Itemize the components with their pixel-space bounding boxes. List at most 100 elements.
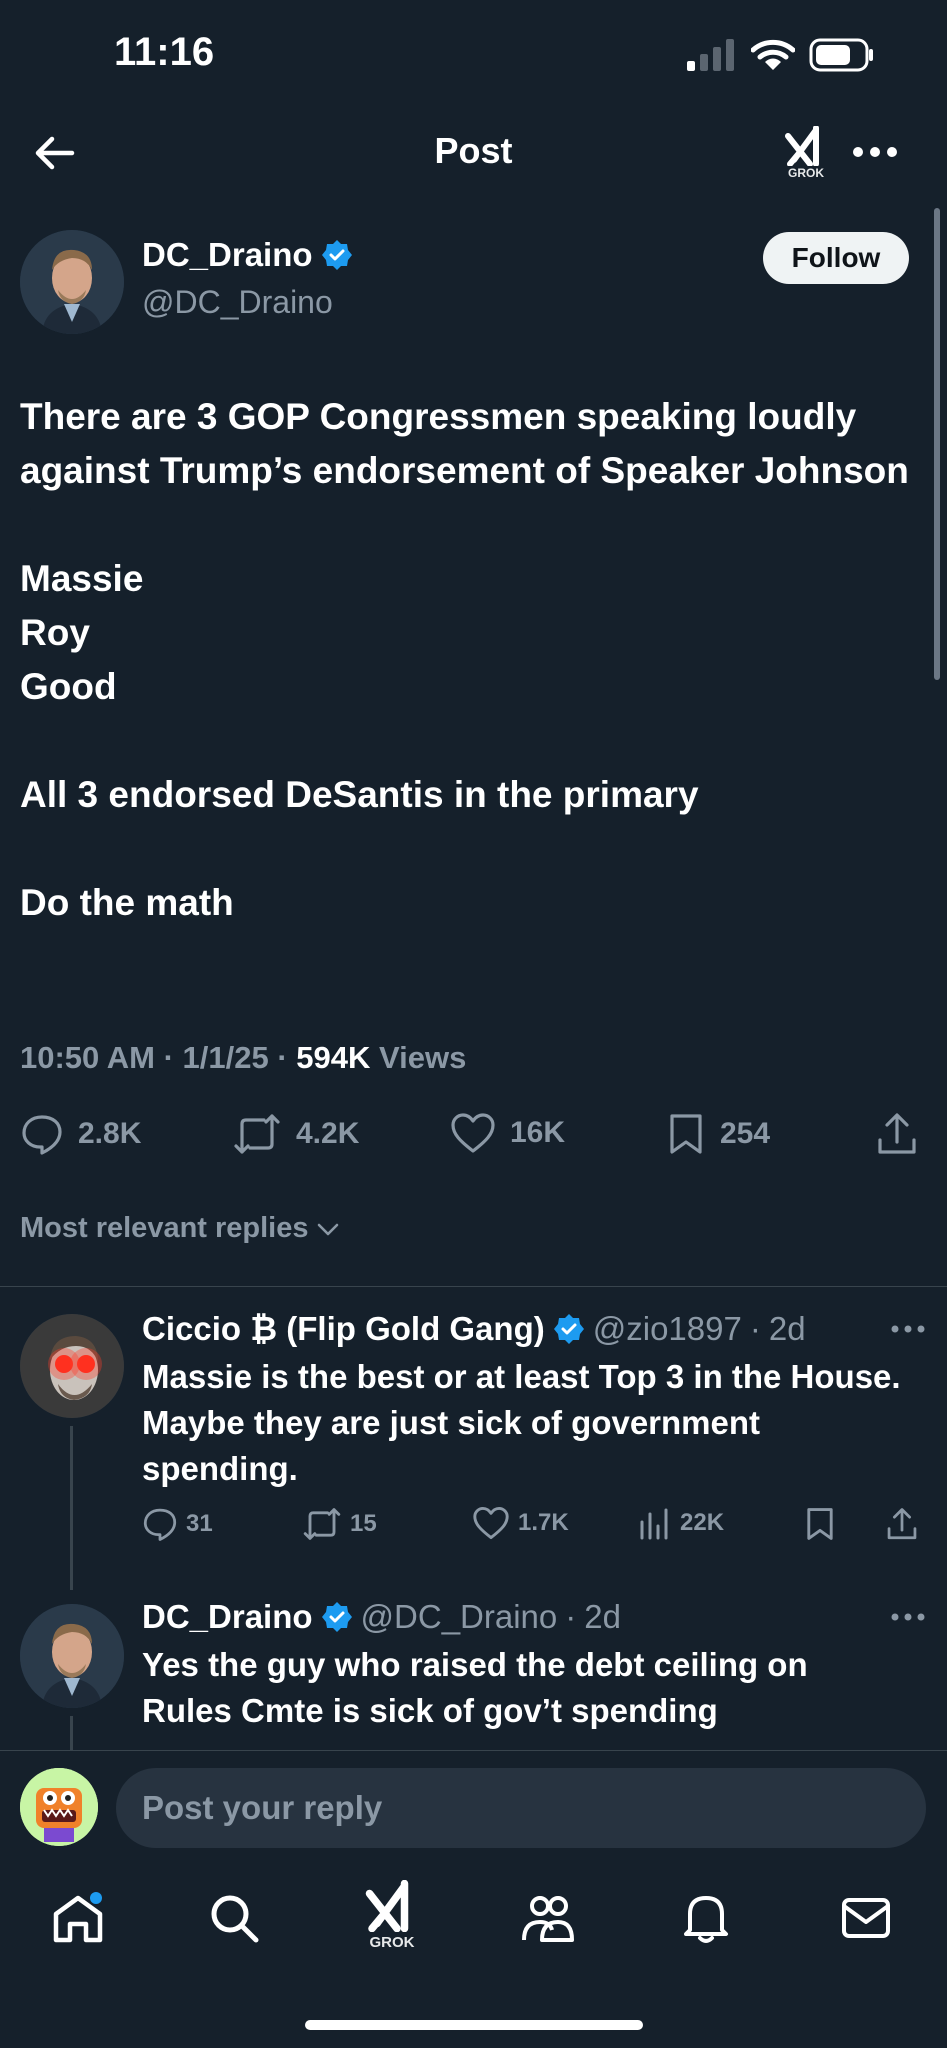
reply-input[interactable]: Post your reply (116, 1768, 926, 1848)
author-name-text: DC_Draino (142, 236, 313, 273)
reply-avatar[interactable] (20, 1604, 124, 1708)
more-options-button[interactable] (850, 140, 900, 164)
reply-like-button[interactable]: 1.7K (472, 1506, 569, 1540)
more-horizontal-icon (891, 1613, 925, 1621)
reply-author-handle: @DC_Draino (360, 1598, 558, 1635)
separator-dot: · (565, 1598, 577, 1635)
nav-home[interactable] (50, 1890, 106, 1946)
divider (0, 1286, 947, 1287)
reply-input-placeholder: Post your reply (142, 1789, 383, 1826)
post-line: There are 3 GOP Congressmen speaking lou… (20, 396, 909, 491)
reply-share-button[interactable] (886, 1506, 918, 1542)
reply-repost-button[interactable]: 15 (302, 1506, 377, 1542)
repost-count: 4.2K (296, 1117, 360, 1150)
bell-icon (684, 1896, 728, 1943)
post-text: There are 3 GOP Congressmen speaking lou… (20, 390, 930, 930)
replies-sort-label: Most relevant replies (20, 1212, 309, 1244)
cartoon-monster-avatar-icon (20, 1768, 98, 1846)
post-meta: 10:50 AM · 1/1/25 · 594K Views (20, 1040, 467, 1075)
scrollbar[interactable] (934, 208, 940, 680)
post-line: Massie (20, 558, 144, 599)
nav-messages[interactable] (838, 1890, 894, 1946)
reply-icon (22, 1115, 62, 1155)
reply-text: Massie is the best or at least Top 3 in … (142, 1358, 901, 1487)
communities-icon (522, 1896, 574, 1942)
bookmark-icon (670, 1114, 702, 1154)
reply-views-button[interactable]: 22K (638, 1506, 724, 1540)
more-horizontal-icon (891, 1325, 925, 1333)
like-count: 16K (510, 1116, 566, 1149)
my-avatar[interactable] (20, 1768, 98, 1846)
reply-time: 2d (584, 1598, 621, 1635)
share-button[interactable] (876, 1112, 918, 1156)
verified-badge-icon (553, 1314, 584, 1344)
share-icon (878, 1113, 916, 1154)
person-avatar-icon (20, 230, 124, 334)
more-horizontal-icon (853, 147, 897, 157)
person-avatar-icon (20, 1604, 124, 1708)
reply-views-count: 22K (680, 1509, 725, 1536)
nav-grok[interactable]: GROK (362, 1880, 422, 1951)
repost-button[interactable]: 4.2K (232, 1112, 359, 1156)
reply-icon (143, 1508, 177, 1541)
reply-author-name: DC_Draino (142, 1598, 313, 1635)
heart-icon (473, 1506, 509, 1540)
author-handle[interactable]: @DC_Draino (142, 284, 333, 321)
reply-header[interactable]: Ciccio ₿ (Flip Gold Gang) @zio1897 · 2d (142, 1310, 806, 1348)
reply-time: 2d (768, 1310, 806, 1347)
reply-avatar[interactable] (20, 1314, 124, 1418)
reply-text: Yes the guy who raised the debt ceiling … (142, 1646, 808, 1729)
battery-icon (809, 38, 873, 72)
like-button[interactable]: 16K (450, 1112, 565, 1154)
replies-sort-toggle[interactable]: Most relevant replies (20, 1212, 341, 1245)
cellular-signal-icon (687, 39, 734, 71)
reply-bookmark-button[interactable] (804, 1506, 836, 1542)
search-icon (211, 1895, 259, 1943)
post-line: All 3 endorsed DeSantis in the primary (20, 774, 699, 815)
reply-repost-count: 15 (350, 1510, 377, 1537)
bookmark-button[interactable]: 254 (666, 1112, 770, 1156)
home-indicator[interactable] (305, 2020, 643, 2030)
verified-badge-icon (321, 240, 352, 270)
follow-button[interactable]: Follow (763, 232, 909, 284)
reply-button[interactable]: 2.8K (20, 1112, 141, 1156)
post-time: 10:50 AM (20, 1040, 155, 1075)
bookmark-icon (807, 1508, 833, 1540)
reply-reply-button[interactable]: 31 (142, 1506, 213, 1542)
reply-like-count: 1.7K (518, 1509, 569, 1536)
repost-icon (303, 1508, 341, 1540)
thread-line (70, 1716, 73, 1750)
author-name[interactable]: DC_Draino (142, 236, 353, 274)
reply-reply-count: 31 (186, 1510, 213, 1537)
author-avatar[interactable] (20, 230, 124, 334)
status-time: 11:16 (114, 30, 215, 74)
grok-label: GROK (788, 166, 824, 180)
share-icon (887, 1508, 917, 1540)
nav-search[interactable] (206, 1890, 262, 1946)
nav-communities[interactable] (520, 1890, 576, 1946)
views-label: Views (379, 1040, 467, 1075)
verified-badge-icon (321, 1602, 352, 1632)
reply-more-button[interactable] (890, 1322, 926, 1336)
home-icon (53, 1892, 103, 1943)
chevron-down-icon (317, 1223, 338, 1235)
reply-author-name: Ciccio ₿ (Flip Gold Gang) (142, 1310, 545, 1347)
nav-notifications[interactable] (678, 1890, 734, 1946)
reply-more-button[interactable] (890, 1610, 926, 1624)
grok-icon (365, 1880, 409, 1932)
heart-icon (451, 1113, 495, 1153)
post-line: Roy (20, 612, 90, 653)
separator-dot: · (749, 1310, 761, 1347)
reply-count: 2.8K (78, 1117, 142, 1150)
reply-header[interactable]: DC_Draino @DC_Draino · 2d (142, 1598, 621, 1636)
post-actions: 2.8K 4.2K 16K 254 (20, 1112, 920, 1164)
views-count[interactable]: 594K (296, 1040, 370, 1075)
reply-actions: 31 15 1.7K 22K (142, 1506, 917, 1546)
person-avatar-icon (20, 1314, 124, 1418)
nav-grok-label: GROK (369, 1934, 415, 1951)
reply-author-handle: @zio1897 (592, 1310, 742, 1347)
mail-icon (842, 1898, 890, 1938)
repost-icon (234, 1114, 280, 1154)
